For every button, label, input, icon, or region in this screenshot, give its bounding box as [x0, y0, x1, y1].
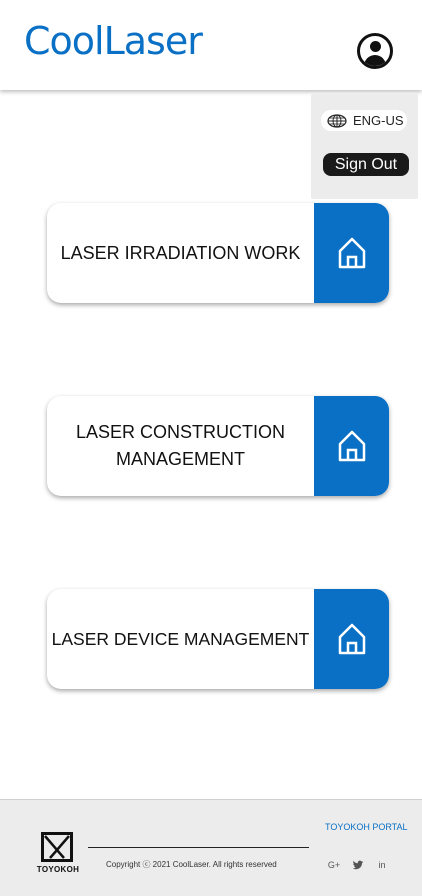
footer-divider: [88, 847, 309, 848]
language-label: ENG-US: [353, 113, 404, 128]
card-laser-device-management[interactable]: LASER DEVICE MANAGEMENT: [47, 589, 389, 689]
card-laser-irradiation-work[interactable]: LASER IRRADIATION WORK: [47, 203, 389, 303]
twitter-icon[interactable]: [350, 858, 366, 872]
sign-out-button[interactable]: Sign Out: [323, 153, 409, 176]
card-icon-box: [314, 396, 389, 496]
card-label: LASER IRRADIATION WORK: [60, 242, 301, 263]
language-selector[interactable]: ENG-US: [321, 110, 407, 131]
home-icon: [338, 623, 365, 655]
card-laser-construction-management[interactable]: LASER CONSTRUCTION MANAGEMENT: [47, 396, 389, 496]
home-icon: [338, 430, 365, 462]
app-header: CoolLaser: [0, 0, 422, 90]
linkedin-icon[interactable]: in: [374, 858, 390, 872]
account-dropdown: ENG-US Sign Out: [311, 94, 418, 199]
twitter-bird-shape: [352, 860, 363, 870]
avatar-head: [370, 41, 381, 52]
card-label: LASER CONSTRUCTION MANAGEMENT: [75, 422, 286, 469]
toyokoh-mark-icon: [41, 832, 73, 862]
card-icon-box: [314, 203, 389, 303]
globe-icon: [327, 113, 347, 128]
toyokoh-logo[interactable]: TOYOKOH: [36, 832, 80, 876]
coollaser-logo[interactable]: CoolLaser: [24, 22, 203, 60]
copyright-text: Copyright ⓒ 2021 CoolLaser. All rights r…: [106, 860, 277, 869]
card-label: LASER DEVICE MANAGEMENT: [51, 628, 310, 649]
avatar-body: [364, 55, 386, 66]
user-circle-icon[interactable]: [357, 33, 393, 69]
toyokoh-portal-link[interactable]: TOYOKOH PORTAL: [325, 822, 408, 832]
google-plus-icon[interactable]: G+: [326, 858, 342, 872]
card-icon-box: [314, 589, 389, 689]
toyokoh-brand: TOYOKOH: [36, 865, 80, 874]
home-icon: [338, 237, 365, 269]
page-footer: TOYOKOH Copyright ⓒ 2021 CoolLaser. All …: [0, 799, 422, 896]
